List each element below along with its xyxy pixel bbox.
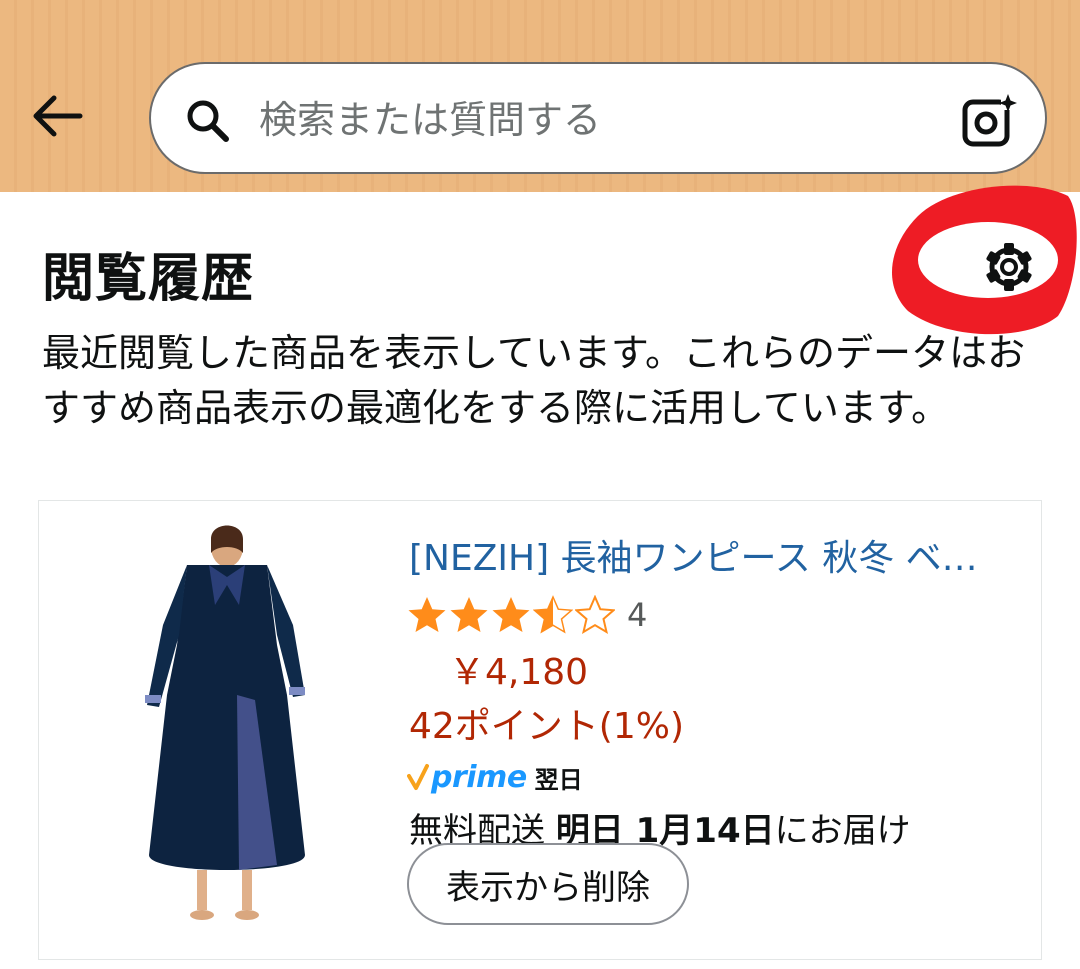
prime-logo: prime — [431, 759, 527, 795]
remove-from-view-button[interactable]: 表示から削除 — [407, 843, 689, 925]
camera-sparkle-icon[interactable] — [961, 92, 1019, 150]
product-title-link[interactable]: [NEZIH] 長袖ワンピース 秋冬 ベロア チャイナドレス — [409, 529, 1009, 581]
page-title: 閲覧履歴 — [42, 249, 255, 309]
search-icon — [187, 100, 229, 142]
product-image[interactable] — [127, 525, 327, 925]
search-input[interactable] — [259, 90, 939, 150]
product-price: ￥4,180 — [449, 652, 589, 693]
star-half-icon — [533, 595, 573, 634]
back-button[interactable] — [28, 90, 88, 142]
red-circle-annotation — [891, 185, 1077, 335]
search-bar[interactable] — [149, 62, 1047, 174]
star-rating[interactable]: 4 — [407, 593, 647, 637]
star-full-icon — [408, 597, 446, 632]
star-empty-icon — [575, 595, 615, 635]
delivery-suffix: にお届け — [774, 811, 911, 851]
gear-icon — [986, 243, 1032, 291]
star-full-icon — [492, 597, 530, 632]
page-description: 最近閲覧した商品を表示しています。これらのデータはおすすめ商品表示の最適化をする… — [42, 331, 1026, 430]
product-card[interactable]: [NEZIH] 長袖ワンピース 秋冬 ベロア チャイナドレス 4 ￥4,180 … — [38, 500, 1042, 960]
settings-button[interactable] — [980, 238, 1038, 296]
product-points: 42ポイント(1%) — [409, 706, 685, 747]
arrow-left-icon — [33, 95, 83, 137]
top-header — [0, 0, 1080, 192]
prime-check-icon — [407, 764, 429, 790]
rating-count: 4 — [627, 596, 648, 634]
star-full-icon — [450, 597, 488, 632]
prime-badge: prime 翌日 — [407, 757, 583, 797]
prime-delivery-tag: 翌日 — [534, 765, 583, 794]
